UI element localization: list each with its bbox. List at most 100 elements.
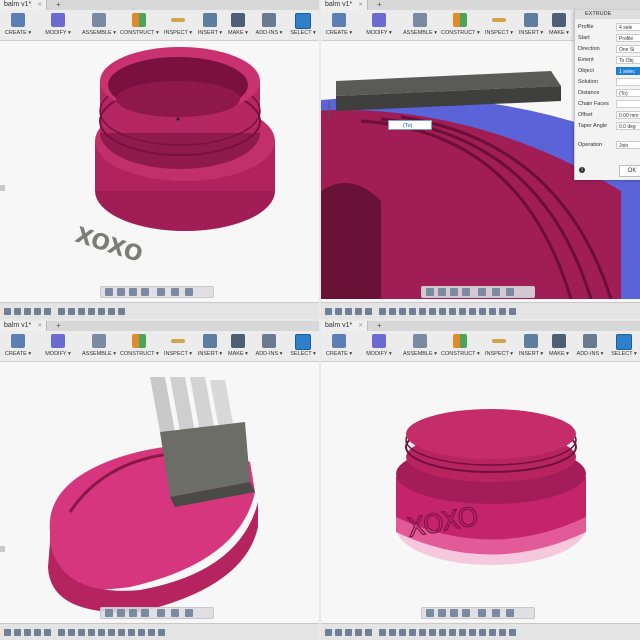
tool-assemble[interactable]: ASSEMBLE ▾ <box>80 331 118 361</box>
tool-insert[interactable]: INSERT ▾ <box>196 10 224 40</box>
timeline-feature[interactable] <box>98 308 105 315</box>
close-icon[interactable]: ✕ <box>358 323 363 329</box>
fit-icon[interactable] <box>462 609 470 617</box>
tool-create[interactable]: CREATE ▾ <box>0 10 36 40</box>
timeline-feature[interactable] <box>469 308 476 315</box>
timeline-feature[interactable] <box>58 308 65 315</box>
timeline-feature[interactable] <box>419 629 426 636</box>
tool-construct[interactable]: CONSTRUCT ▾ <box>120 331 159 361</box>
viewports-icon[interactable] <box>506 609 514 617</box>
timeline-feature[interactable] <box>429 308 436 315</box>
tool-construct[interactable]: CONSTRUCT ▾ <box>120 10 159 40</box>
side-handle[interactable] <box>0 546 5 552</box>
viewports-icon[interactable] <box>185 609 193 617</box>
timeline-last-icon[interactable] <box>44 629 51 636</box>
timeline-next-icon[interactable] <box>355 308 362 315</box>
tool-construct[interactable]: CONSTRUCT ▾ <box>441 331 480 361</box>
timeline-feature[interactable] <box>158 629 165 636</box>
model-canvas[interactable]: XOXO <box>321 362 640 620</box>
add-tab-icon[interactable]: + <box>56 321 61 331</box>
tool-make[interactable]: MAKE ▾ <box>224 10 252 40</box>
tool-make[interactable]: MAKE ▾ <box>545 331 573 361</box>
orbit-icon[interactable] <box>426 288 434 296</box>
timeline-first-icon[interactable] <box>325 629 332 636</box>
tool-modify[interactable]: MODIFY ▾ <box>359 331 399 361</box>
timeline-feature[interactable] <box>429 629 436 636</box>
timeline-prev-icon[interactable] <box>335 308 342 315</box>
timeline-feature[interactable] <box>469 629 476 636</box>
model-canvas[interactable] <box>0 362 319 620</box>
orbit-icon[interactable] <box>105 288 113 296</box>
timeline-feature[interactable] <box>58 629 65 636</box>
timeline-feature[interactable] <box>98 629 105 636</box>
timeline-feature[interactable] <box>108 308 115 315</box>
tool-select[interactable]: SELECT ▾ <box>288 331 318 361</box>
timeline-feature[interactable] <box>489 629 496 636</box>
timeline-feature[interactable] <box>489 308 496 315</box>
timeline-next-icon[interactable] <box>355 629 362 636</box>
tool-add-ins[interactable]: ADD-INS ▾ <box>252 10 286 40</box>
orbit-icon[interactable] <box>105 609 113 617</box>
timeline-prev-icon[interactable] <box>14 308 21 315</box>
timeline-feature[interactable] <box>509 308 516 315</box>
document-tab[interactable]: balm v1* ✕ <box>321 0 369 10</box>
zoom-icon[interactable] <box>129 288 137 296</box>
timeline-first-icon[interactable] <box>4 308 11 315</box>
timeline-feature[interactable] <box>78 629 85 636</box>
close-icon[interactable]: ✕ <box>358 2 363 8</box>
timeline-feature[interactable] <box>419 308 426 315</box>
info-icon[interactable]: i <box>579 167 585 173</box>
timeline-feature[interactable] <box>479 629 486 636</box>
distance-value[interactable]: (To) <box>616 89 640 97</box>
timeline-first-icon[interactable] <box>325 308 332 315</box>
timeline-last-icon[interactable] <box>365 308 372 315</box>
model-canvas[interactable]: XOXO <box>0 41 319 299</box>
timeline-feature[interactable] <box>128 629 135 636</box>
tool-create[interactable]: CREATE ▾ <box>0 331 36 361</box>
tool-insert[interactable]: INSERT ▾ <box>517 331 545 361</box>
zoom-icon[interactable] <box>450 288 458 296</box>
tool-inspect[interactable]: INSPECT ▾ <box>160 10 196 40</box>
tool-inspect[interactable]: INSPECT ▾ <box>481 331 517 361</box>
close-icon[interactable]: ✕ <box>37 2 42 8</box>
close-icon[interactable]: ✕ <box>37 323 42 329</box>
tool-inspect[interactable]: INSPECT ▾ <box>481 10 517 40</box>
timeline-feature[interactable] <box>138 629 145 636</box>
pan-icon[interactable] <box>438 609 446 617</box>
tool-select[interactable]: SELECT ▾ <box>609 331 639 361</box>
display-icon[interactable] <box>157 288 165 296</box>
document-tab[interactable]: balm v1* ✕ <box>0 321 48 331</box>
grid-icon[interactable] <box>171 288 179 296</box>
timeline-feature[interactable] <box>409 308 416 315</box>
timeline-next-icon[interactable] <box>34 308 41 315</box>
timeline-feature[interactable] <box>88 629 95 636</box>
timeline-feature[interactable] <box>449 308 456 315</box>
tool-add-ins[interactable]: ADD-INS ▾ <box>252 331 286 361</box>
tool-insert[interactable]: INSERT ▾ <box>196 331 224 361</box>
display-icon[interactable] <box>478 609 486 617</box>
fit-icon[interactable] <box>141 288 149 296</box>
add-tab-icon[interactable]: + <box>56 0 61 10</box>
object-value[interactable]: 1 selec <box>616 67 640 75</box>
tool-construct[interactable]: CONSTRUCT ▾ <box>441 10 480 40</box>
timeline-feature[interactable] <box>118 308 125 315</box>
timeline-feature[interactable] <box>389 308 396 315</box>
timeline-feature[interactable] <box>379 629 386 636</box>
document-tab[interactable]: balm v1* ✕ <box>321 321 369 331</box>
pan-icon[interactable] <box>117 609 125 617</box>
timeline-feature[interactable] <box>459 308 466 315</box>
grid-icon[interactable] <box>171 609 179 617</box>
timeline-play-icon[interactable] <box>24 308 31 315</box>
ok-button[interactable]: OK <box>619 165 640 177</box>
tool-make[interactable]: MAKE ▾ <box>224 331 252 361</box>
distance-input-tag[interactable]: (To) <box>388 120 432 130</box>
side-handle[interactable] <box>0 185 5 191</box>
timeline-play-icon[interactable] <box>24 629 31 636</box>
timeline-first-icon[interactable] <box>4 629 11 636</box>
tool-create[interactable]: CREATE ▾ <box>321 10 357 40</box>
start-value[interactable]: Profile <box>616 34 640 42</box>
zoom-icon[interactable] <box>129 609 137 617</box>
operation-value[interactable]: Join <box>616 141 640 149</box>
timeline-feature[interactable] <box>68 629 75 636</box>
timeline-feature[interactable] <box>499 308 506 315</box>
